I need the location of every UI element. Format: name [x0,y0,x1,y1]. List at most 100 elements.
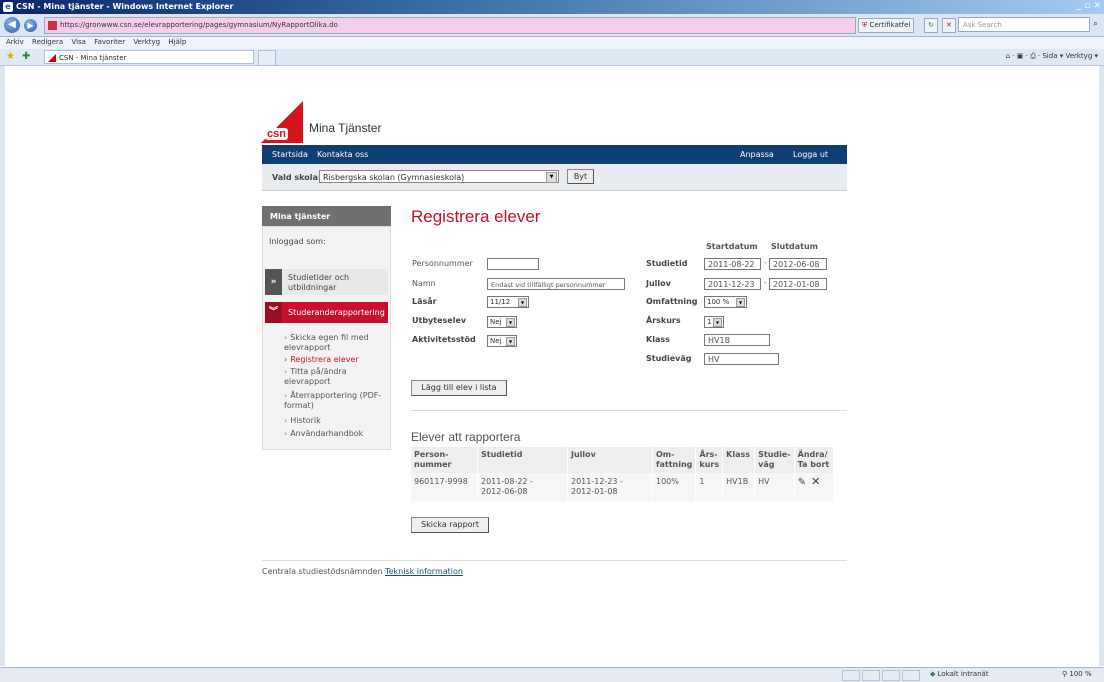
subnav-registrera-elever[interactable]: › Registrera elever [284,355,384,365]
studievag-input[interactable]: HV [704,353,779,365]
zoom-level[interactable]: ⚲ 100 % [1062,670,1092,678]
home-icon[interactable]: ⌂ [1006,52,1010,60]
status-cell [902,670,920,681]
change-school-button[interactable]: Byt [567,169,594,184]
url-field[interactable]: https://gronwww.csn.se/elevrapportering/… [44,17,856,34]
chevron-right-icon: › [284,367,288,376]
menu-redigera[interactable]: Redigera [32,38,63,46]
subnav-skicka-fil[interactable]: › Skicka egen fil med elevrapport [284,333,384,353]
menu-arkiv[interactable]: Arkiv [6,38,24,46]
shield-icon: ⛨ [862,21,868,29]
feeds-icon[interactable]: ▣ [1017,52,1024,60]
col-arskurs: Års- kurs [695,447,724,473]
menu-hjalp[interactable]: Hjälp [168,38,186,46]
sidebar-item-studietider[interactable]: » Studietider och utbildningar [265,269,388,295]
studietid-start-input[interactable]: 2011-08-22 [704,258,761,270]
chevron-down-icon: ▼ [518,298,527,307]
menu-verktyg[interactable]: Verktyg [133,38,160,46]
chevron-down-icon: ▼ [713,318,722,327]
chevron-down-icon: ▼ [506,318,515,327]
col-personnummer: Person- nummer [411,447,478,473]
omfattning-select[interactable]: 100 % ▼ [704,296,747,308]
cell-studievag: HV [754,473,795,501]
header-label: Om- fattning [656,450,693,469]
status-cell [882,670,900,681]
refresh-icon[interactable]: ↻ [924,18,938,33]
school-select[interactable]: Risbergska skolan (Gymnasieskola) ▼ [319,170,559,183]
command-bar[interactable]: ⌂ · ▣ · ⎙ · Sida ▾ Verktyg ▾ [1006,52,1098,61]
search-placeholder: Ask Search [963,21,1002,29]
url-text: https://gronwww.csn.se/elevrapportering/… [60,21,338,29]
tools-menu[interactable]: Sida ▾ Verktyg ▾ [1042,52,1098,60]
school-label: Vald skola: [272,173,322,182]
chevron-down-icon: ▼ [736,298,745,307]
header-label: Jullov [571,450,596,459]
header-label: Ändra/ Ta bort [797,450,830,469]
chevron-right-icon: › [284,333,288,342]
add-favorite-icon[interactable]: ✚ [22,51,30,62]
aktivitetsstod-value: Nej [490,337,502,345]
logged-in-label: Inloggad som: [269,237,326,246]
start-date-header: Startdatum [706,242,758,251]
nav-startsida[interactable]: Startsida [272,150,308,159]
klass-input[interactable]: HV1B [704,334,770,346]
divider [411,410,847,411]
nav-kontakta-oss[interactable]: Kontakta oss [317,150,368,159]
address-bar-row: ◀ ▶ https://gronwww.csn.se/elevrapporter… [0,14,1104,37]
delete-x-icon[interactable]: ✕ [811,475,820,488]
new-tab-button[interactable] [258,50,276,66]
nav-anpassa[interactable]: Anpassa [740,150,774,159]
studietid-label: Studietid [646,259,688,268]
top-navigation: Startsida Kontakta oss Anpassa Logga ut [262,145,847,164]
tech-info-link[interactable]: Teknisk information [385,567,463,576]
utbyteselev-label: Utbyteselev [412,316,467,325]
menu-visa[interactable]: Visa [71,38,86,46]
menu-bar: Arkiv Redigera Visa Favoriter Verktyg Hj… [0,37,1104,49]
jullov-end-input[interactable]: 2012-01-08 [769,278,827,290]
jullov-start-input[interactable]: 2011-12-23 [704,278,761,290]
search-icon[interactable]: ⌕ [1093,19,1098,29]
utbyteselev-select[interactable]: Nej ▼ [487,316,517,328]
sidebar-title: Mina tjänster [270,212,331,221]
school-selector-bar: Vald skola: Risbergska skolan (Gymnasies… [262,164,847,191]
add-student-button[interactable]: Lägg till elev i lista [411,380,507,396]
sidebar: Inloggad som: » Studietider och utbildni… [262,226,391,450]
sidebar-item-studeranderapportering[interactable]: ︾ Studeranderapportering [265,302,388,323]
forward-icon[interactable]: ▶ [24,19,37,32]
lasar-select[interactable]: 11/12 ▼ [487,296,529,308]
window-controls[interactable]: _ ▫ ✕ [1077,1,1101,11]
arskurs-select[interactable]: 1 ▼ [704,316,724,328]
back-icon[interactable]: ◀ [4,17,20,33]
aktivitetsstod-select[interactable]: Nej ▼ [487,335,517,347]
menu-favoriter[interactable]: Favoriter [94,38,125,46]
arskurs-value: 1 [707,318,712,326]
chevron-right-icon: › [284,391,288,400]
subnav-titta-andra[interactable]: › Titta på/ändra elevrapport [284,367,384,387]
double-chevron-down-icon: ︾ [265,302,282,323]
subnav-aterrapportering[interactable]: › Återrapportering (PDF-format) [284,391,384,411]
studievag-label: Studieväg [646,354,692,363]
brand-name: Mina Tjänster [309,121,382,135]
browser-tab[interactable]: CSN - Mina tjänster [44,50,254,64]
namn-input[interactable]: Endast vid tillfälligt personnummer [487,278,625,290]
nav-logga-ut[interactable]: Logga ut [793,150,828,159]
chevron-right-icon: › [284,355,288,364]
cell-arskurs: 1 [695,473,724,501]
csn-favicon [48,54,56,62]
personnummer-input[interactable] [487,258,539,270]
col-klass: Klass [722,447,756,473]
double-chevron-right-icon: » [265,269,282,295]
send-report-button[interactable]: Skicka rapport [411,517,489,533]
subnav-historik[interactable]: › Historik [284,416,384,426]
stop-icon[interactable]: ✕ [942,18,956,33]
header-label: Studie- väg [758,450,791,469]
print-icon[interactable]: ⎙ [1030,52,1036,60]
studietid-end-input[interactable]: 2012-06-08 [769,258,827,270]
cert-error-button[interactable]: ⛨ Certifikatfel [858,18,915,33]
favorites-star-icon[interactable]: ★ [6,51,15,62]
search-input[interactable]: Ask Search [958,17,1090,32]
edit-pencil-icon[interactable]: ✎ [798,477,806,488]
subnav-anvandarhandbok[interactable]: › Användarhandbok [284,429,384,439]
chevron-down-icon: ▼ [546,172,557,183]
zoom-label: 100 % [1069,670,1092,678]
